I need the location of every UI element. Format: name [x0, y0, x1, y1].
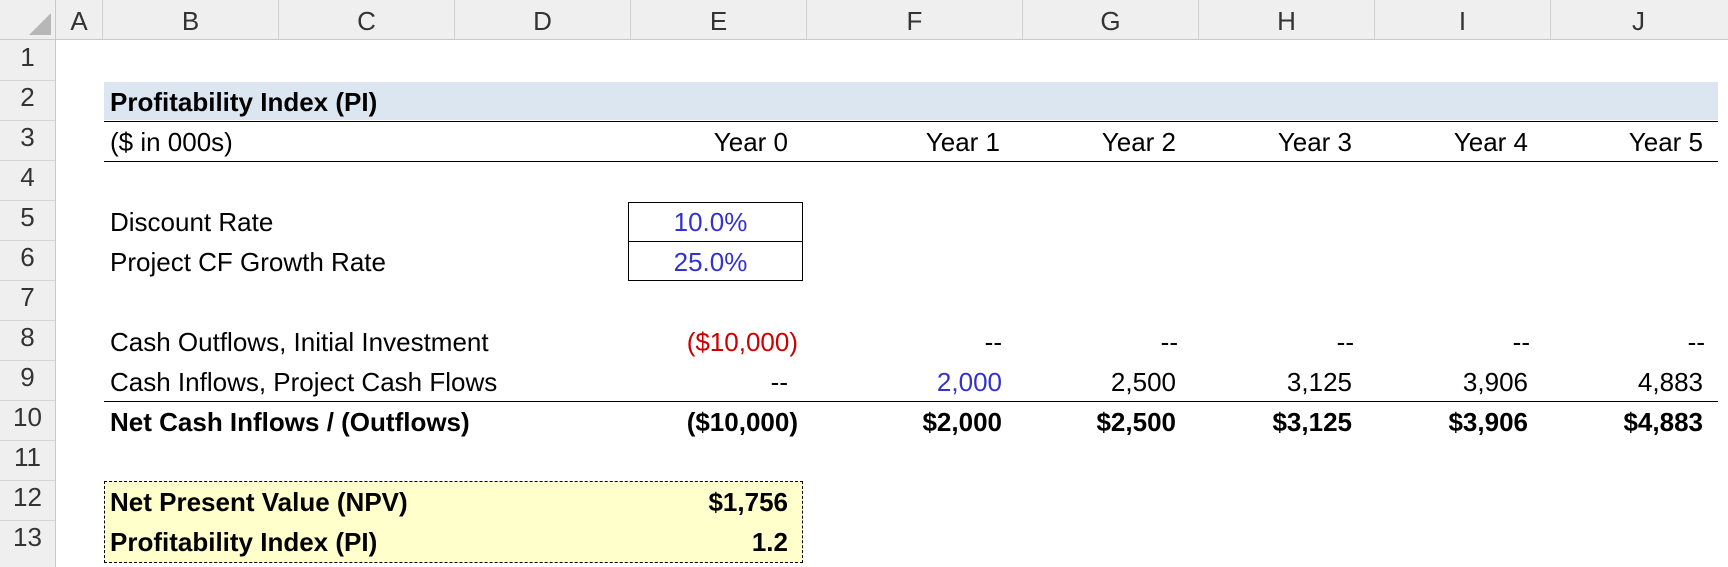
discount-rate-label[interactable]: Discount Rate — [110, 202, 273, 242]
growth-rate-label[interactable]: Project CF Growth Rate — [110, 242, 386, 282]
outflow-year-0[interactable]: ($10,000) — [628, 322, 798, 362]
column-header-c[interactable]: C — [279, 0, 454, 40]
net-year-5[interactable]: $4,883 — [1548, 402, 1703, 442]
select-all-corner[interactable] — [0, 0, 56, 40]
row-header[interactable]: 7 — [0, 282, 55, 313]
inflow-year-5[interactable]: 4,883 — [1548, 362, 1703, 402]
outflow-year-4[interactable]: -- — [1372, 322, 1530, 362]
year-0-header[interactable]: Year 0 — [628, 122, 788, 162]
years-underline — [104, 161, 1718, 162]
row-header[interactable]: 5 — [0, 202, 55, 233]
net-year-1[interactable]: $2,000 — [804, 402, 1002, 442]
outflow-year-2[interactable]: -- — [1020, 322, 1178, 362]
row-header[interactable]: 13 — [0, 522, 55, 553]
row-header[interactable]: 4 — [0, 162, 55, 193]
npv-label[interactable]: Net Present Value (NPV) — [110, 482, 408, 522]
row-header[interactable]: 11 — [0, 442, 55, 473]
year-1-header[interactable]: Year 1 — [804, 122, 1000, 162]
row-header[interactable]: 3 — [0, 122, 55, 153]
column-header-b[interactable]: B — [103, 0, 278, 40]
pi-label[interactable]: Profitability Index (PI) — [110, 522, 377, 562]
sheet-title[interactable]: Profitability Index (PI) — [110, 82, 377, 122]
npv-value[interactable]: $1,756 — [628, 482, 788, 522]
row-header[interactable]: 8 — [0, 322, 55, 353]
column-header-h[interactable]: H — [1199, 0, 1374, 40]
inflow-year-4[interactable]: 3,906 — [1372, 362, 1528, 402]
outflows-label[interactable]: Cash Outflows, Initial Investment — [110, 322, 489, 362]
row-header[interactable]: 2 — [0, 82, 55, 113]
year-2-header[interactable]: Year 2 — [1020, 122, 1176, 162]
units-label[interactable]: ($ in 000s) — [110, 122, 233, 162]
column-header-d[interactable]: D — [455, 0, 630, 40]
net-year-2[interactable]: $2,500 — [1020, 402, 1176, 442]
row-header[interactable]: 1 — [0, 42, 55, 73]
net-label[interactable]: Net Cash Inflows / (Outflows) — [110, 402, 470, 442]
inflow-year-1[interactable]: 2,000 — [804, 362, 1002, 402]
net-year-3[interactable]: $3,125 — [1196, 402, 1352, 442]
year-3-header[interactable]: Year 3 — [1196, 122, 1352, 162]
inflow-year-0[interactable]: -- — [628, 362, 788, 402]
column-header-e[interactable]: E — [631, 0, 806, 40]
year-5-header[interactable]: Year 5 — [1548, 122, 1703, 162]
inflow-year-2[interactable]: 2,500 — [1020, 362, 1176, 402]
outflow-year-3[interactable]: -- — [1196, 322, 1354, 362]
growth-rate-value[interactable]: 25.0% — [628, 242, 793, 282]
discount-rate-value[interactable]: 10.0% — [628, 202, 793, 242]
outflow-year-5[interactable]: -- — [1548, 322, 1705, 362]
outflow-year-1[interactable]: -- — [804, 322, 1002, 362]
pi-value[interactable]: 1.2 — [628, 522, 788, 562]
column-header-i[interactable]: I — [1375, 0, 1550, 40]
inflows-label[interactable]: Cash Inflows, Project Cash Flows — [110, 362, 497, 402]
row-header[interactable]: 12 — [0, 482, 55, 513]
row-header[interactable]: 9 — [0, 362, 55, 393]
inflow-year-3[interactable]: 3,125 — [1196, 362, 1352, 402]
column-header-a[interactable]: A — [56, 0, 102, 40]
row-header[interactable]: 10 — [0, 402, 55, 433]
year-4-header[interactable]: Year 4 — [1372, 122, 1528, 162]
net-year-0[interactable]: ($10,000) — [628, 402, 798, 442]
row-header[interactable]: 6 — [0, 242, 55, 273]
net-year-4[interactable]: $3,906 — [1372, 402, 1528, 442]
column-header-f[interactable]: F — [807, 0, 1022, 40]
row-header-bar: 1 2 3 4 5 6 7 8 9 10 11 12 13 — [0, 40, 56, 567]
column-header-bar: A B C D E F G H I J — [56, 0, 1728, 40]
column-header-j[interactable]: J — [1551, 0, 1726, 40]
column-header-g[interactable]: G — [1023, 0, 1198, 40]
